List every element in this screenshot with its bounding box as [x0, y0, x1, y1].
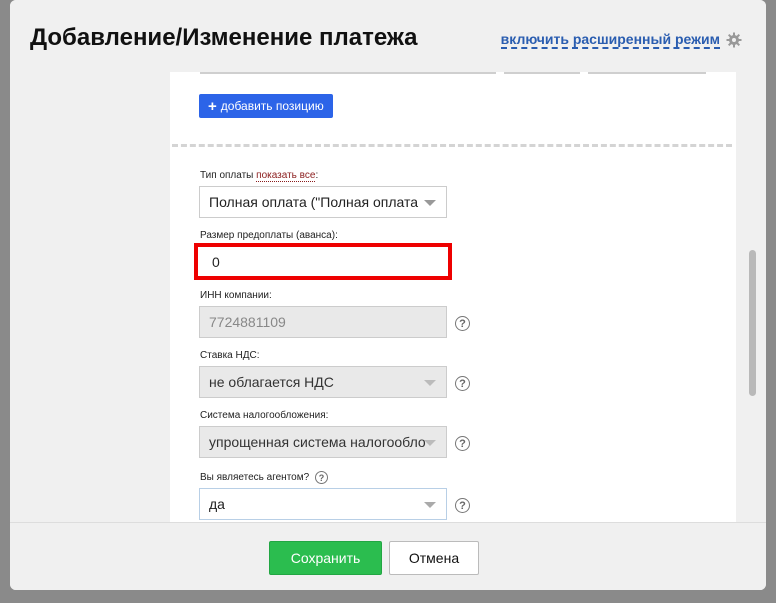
show-all-link[interactable]: показать все	[256, 170, 316, 182]
agent-value: да	[209, 496, 225, 512]
agent-label: Вы являетесь агентом?	[200, 472, 310, 483]
payment-type-label-text: Тип оплаты	[200, 170, 254, 181]
payment-type-value: Полная оплата ("Полная оплата	[209, 194, 419, 210]
vat-select[interactable]: не облагается НДС	[199, 366, 447, 398]
section-divider	[172, 144, 732, 147]
dialog-title: Добавление/Изменение платежа	[30, 24, 418, 51]
inn-label: ИНН компании:	[200, 290, 272, 301]
payment-type-select[interactable]: Полная оплата ("Полная оплата	[199, 186, 447, 218]
left-gutter	[10, 72, 170, 522]
tax-system-select[interactable]: упрощенная система налогообло	[199, 426, 447, 458]
position-field-edge	[200, 72, 496, 74]
chevron-down-icon	[424, 200, 436, 206]
prepayment-input[interactable]: 0	[199, 246, 449, 278]
scrollbar[interactable]	[746, 72, 758, 522]
tax-system-value: упрощенная система налогообло	[209, 434, 426, 450]
help-icon[interactable]: ?	[455, 498, 470, 513]
inn-input[interactable]: 7724881109	[199, 306, 447, 338]
help-icon[interactable]: ?	[455, 376, 470, 391]
chevron-down-icon	[424, 380, 436, 386]
agent-select[interactable]: да	[199, 488, 447, 520]
chevron-down-icon	[424, 440, 436, 446]
add-position-label: добавить позицию	[220, 99, 324, 113]
help-icon[interactable]: ?	[455, 436, 470, 451]
vat-value: не облагается НДС	[209, 374, 334, 390]
form-scroll-area[interactable]: + добавить позицию Тип оплаты показать в…	[170, 72, 736, 522]
vat-label: Ставка НДС:	[200, 350, 260, 361]
tax-system-label: Система налогообложения:	[200, 410, 329, 421]
dialog-header: Добавление/Изменение платежа включить ра…	[10, 0, 766, 72]
advanced-mode-link[interactable]: включить расширенный режим	[500, 31, 720, 49]
cancel-button[interactable]: Отмена	[389, 541, 479, 575]
payment-type-label: Тип оплаты показать все:	[200, 170, 319, 182]
dialog-footer: Сохранить Отмена	[10, 522, 766, 590]
payment-type-label-suffix: :	[315, 170, 319, 181]
position-field-edge	[504, 72, 580, 74]
prepayment-value: 0	[212, 254, 220, 270]
prepayment-label: Размер предоплаты (аванса):	[200, 230, 338, 241]
help-icon[interactable]: ?	[315, 471, 328, 484]
save-button[interactable]: Сохранить	[269, 541, 382, 575]
help-icon[interactable]: ?	[455, 316, 470, 331]
advanced-mode-toggle[interactable]: включить расширенный режим	[500, 31, 742, 49]
inn-value: 7724881109	[209, 314, 286, 330]
payment-dialog: Добавление/Изменение платежа включить ра…	[10, 0, 766, 590]
plus-icon: +	[208, 97, 217, 115]
chevron-down-icon	[424, 502, 436, 508]
position-field-edge	[588, 72, 706, 74]
add-position-button[interactable]: + добавить позицию	[199, 94, 333, 118]
gear-icon[interactable]	[726, 32, 742, 48]
scrollbar-thumb[interactable]	[749, 250, 756, 396]
